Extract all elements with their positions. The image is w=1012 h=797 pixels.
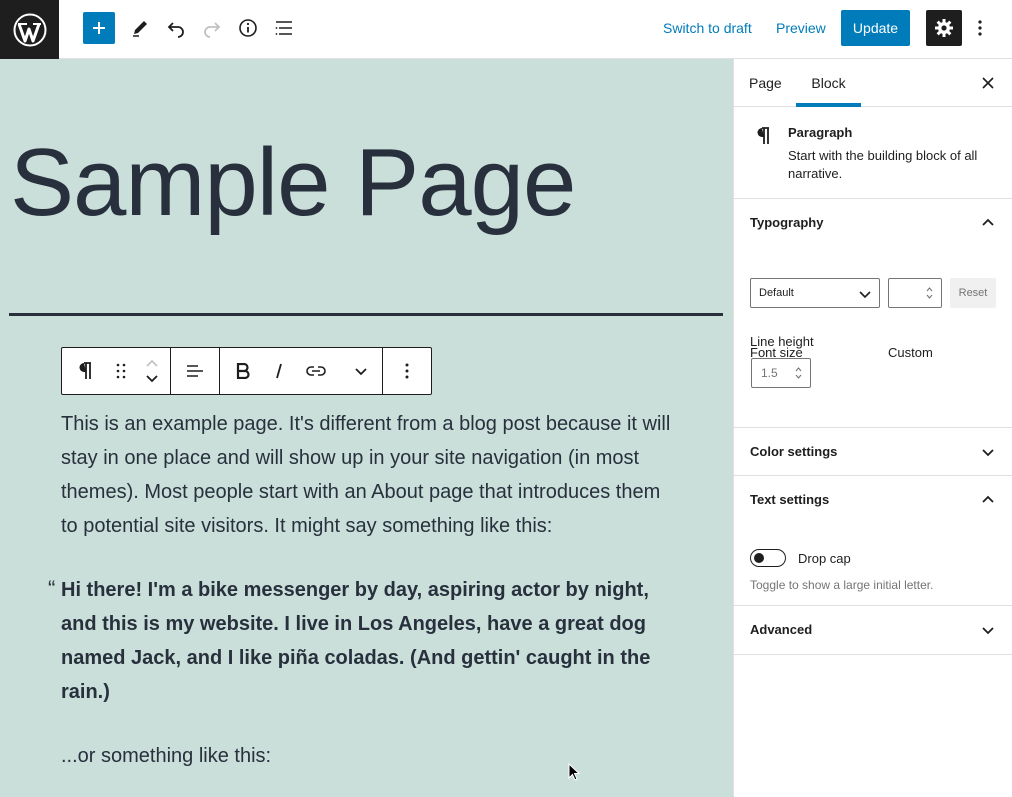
- panel-title: Typography: [750, 215, 824, 230]
- chevron-up-icon: [982, 218, 994, 226]
- bold-icon: [236, 363, 250, 379]
- switch-to-draft-button[interactable]: Switch to draft: [655, 12, 760, 44]
- chevron-down-icon[interactable]: [145, 371, 159, 385]
- chevron-down-icon: [859, 291, 871, 299]
- undo-icon: [167, 22, 184, 38]
- drag-handle-icon: [116, 363, 126, 379]
- more-vertical-icon: [405, 363, 409, 379]
- chevron-down-icon: [355, 368, 367, 376]
- more-rich-text-button[interactable]: [340, 348, 382, 394]
- line-height-input[interactable]: 1.5: [751, 358, 811, 388]
- chevron-up-icon[interactable]: [145, 357, 159, 371]
- paragraph-icon: [757, 127, 769, 144]
- spinner-arrows-icon[interactable]: [795, 366, 802, 380]
- block-card: Paragraph Start with the building block …: [734, 107, 1012, 199]
- custom-label: Custom: [888, 345, 933, 360]
- font-size-select[interactable]: Default: [750, 278, 880, 308]
- close-sidebar-button[interactable]: [978, 73, 998, 93]
- block-toolbar-group-options: [383, 348, 431, 394]
- drag-handle[interactable]: [108, 348, 134, 394]
- align-left-icon: [187, 365, 203, 377]
- quote-mark: “: [48, 576, 56, 601]
- chevron-down-icon: [982, 449, 994, 457]
- toggle-knob: [754, 553, 764, 563]
- redo-button[interactable]: [196, 12, 228, 44]
- add-block-button[interactable]: [83, 12, 115, 44]
- color-settings-panel: Color settings: [734, 428, 1012, 476]
- link-button[interactable]: [292, 348, 340, 394]
- tools-button[interactable]: [124, 12, 156, 44]
- typography-panel-toggle[interactable]: Typography: [734, 199, 1012, 247]
- preview-button[interactable]: Preview: [768, 12, 834, 44]
- block-toolbar-group-format: [220, 348, 383, 394]
- tab-page[interactable]: Page: [749, 59, 782, 107]
- drop-cap-help: Toggle to show a large initial letter.: [750, 578, 934, 592]
- redo-icon: [204, 22, 221, 38]
- custom-font-size-input[interactable]: [888, 278, 942, 308]
- block-toolbar-group-mover: [62, 348, 171, 394]
- top-toolbar: Switch to draft Preview Update: [0, 0, 1012, 59]
- text-settings-panel: Text settings Drop cap Toggle to show a …: [734, 476, 1012, 606]
- settings-sidebar: Page Block Paragraph Start with the buil…: [733, 59, 1012, 797]
- wordpress-icon: [13, 13, 46, 46]
- wordpress-logo-button[interactable]: [0, 0, 59, 59]
- quote-block[interactable]: Hi there! I'm a bike messenger by day, a…: [61, 573, 671, 709]
- typography-panel: Typography Font size Custom: [734, 199, 1012, 428]
- block-card-title: Paragraph: [788, 125, 853, 140]
- panel-title: Text settings: [750, 492, 830, 507]
- details-button[interactable]: [232, 12, 264, 44]
- chevron-down-icon: [982, 627, 994, 635]
- undo-button[interactable]: [160, 12, 192, 44]
- mouse-cursor-icon: [568, 763, 580, 781]
- line-height-value: 1.5: [761, 366, 778, 380]
- italic-button[interactable]: [266, 348, 292, 394]
- plus-icon: [93, 22, 105, 34]
- advanced-panel-toggle[interactable]: Advanced: [734, 606, 1012, 654]
- text-settings-panel-toggle[interactable]: Text settings: [734, 476, 1012, 524]
- chevron-up-icon: [982, 495, 994, 503]
- block-toolbar: [61, 347, 432, 395]
- block-mover[interactable]: [134, 348, 170, 394]
- panel-title: Advanced: [750, 622, 813, 637]
- paragraph-icon: [79, 362, 91, 379]
- block-card-description: Start with the building block of all nar…: [788, 148, 978, 181]
- drop-cap-label: Drop cap: [798, 551, 851, 566]
- italic-icon: [276, 363, 282, 379]
- tab-block[interactable]: Block: [796, 59, 861, 107]
- more-vertical-icon: [978, 20, 982, 36]
- drop-cap-toggle[interactable]: [750, 549, 786, 567]
- block-type-button[interactable]: [62, 348, 108, 394]
- info-icon: [239, 19, 257, 37]
- panel-title: Color settings: [750, 444, 838, 459]
- color-settings-panel-toggle[interactable]: Color settings: [734, 428, 1012, 476]
- line-height-label: Line height: [750, 334, 814, 349]
- settings-button[interactable]: [926, 10, 962, 46]
- block-toolbar-group-align: [171, 348, 220, 394]
- align-button[interactable]: [171, 348, 219, 394]
- editor-canvas: Sample Page This is an example page. It'…: [0, 59, 733, 797]
- advanced-panel: Advanced: [734, 606, 1012, 655]
- list-view-button[interactable]: [268, 12, 300, 44]
- link-icon: [306, 366, 326, 376]
- block-options-button[interactable]: [383, 348, 431, 394]
- list-view-icon: [275, 21, 292, 35]
- gear-icon: [935, 19, 953, 37]
- post-title[interactable]: Sample Page: [10, 135, 576, 231]
- spinner-arrows-icon[interactable]: [926, 286, 933, 300]
- close-icon: [982, 77, 994, 89]
- sidebar-tabs: Page Block: [734, 59, 1012, 107]
- update-button[interactable]: Update: [841, 10, 910, 46]
- paragraph-block[interactable]: This is an example page. It's different …: [61, 407, 671, 543]
- pencil-icon: [133, 21, 147, 37]
- separator-block[interactable]: [9, 313, 723, 316]
- bold-button[interactable]: [220, 348, 266, 394]
- font-size-select-value: Default: [759, 287, 794, 299]
- options-button[interactable]: [968, 12, 992, 44]
- reset-button[interactable]: Reset: [950, 278, 996, 308]
